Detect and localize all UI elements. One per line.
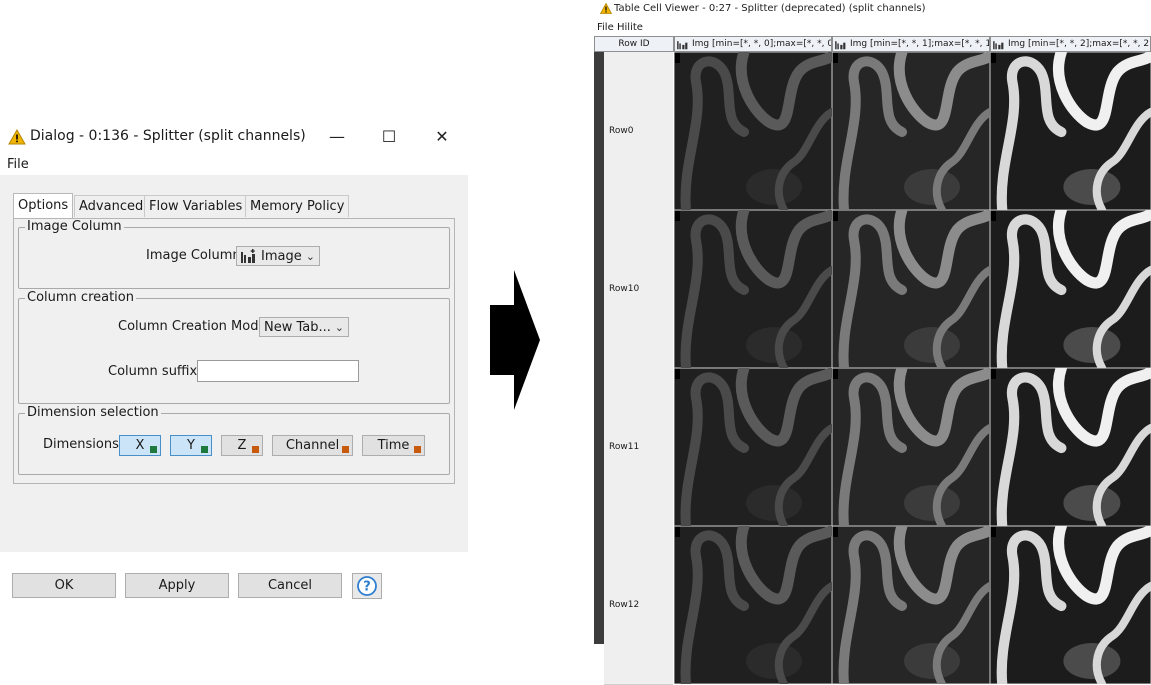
image-thumbnail[interactable] bbox=[832, 52, 990, 210]
column-header-label: Img [min=[*, *, 1];max=[*, *, 1]] bbox=[850, 39, 990, 49]
row-id-label: Row11 bbox=[609, 442, 640, 452]
dimension-z-color-icon bbox=[252, 446, 259, 453]
apply-button[interactable]: Apply bbox=[125, 573, 229, 598]
help-icon: ? bbox=[357, 576, 377, 596]
dimension-selection-group: Dimension selection Dimensions X Y Z Cha… bbox=[18, 405, 450, 475]
group-title-column-creation: Column creation bbox=[25, 290, 136, 305]
image-thumbnail[interactable] bbox=[832, 526, 990, 684]
dimension-x-label: X bbox=[135, 438, 145, 453]
image-column-group: Image Column Image Column Image ⌄ bbox=[18, 219, 450, 289]
image-thumbnail[interactable] bbox=[832, 210, 990, 368]
image-column-label: Image Column bbox=[146, 248, 241, 263]
dialog-title-bar: Dialog - 0:136 - Splitter (split channel… bbox=[0, 118, 470, 156]
dimension-time-button[interactable]: Time bbox=[362, 435, 425, 456]
image-column-select[interactable]: Image ⌄ bbox=[236, 246, 320, 266]
chevron-down-icon: ⌄ bbox=[305, 250, 315, 263]
image-column-type-icon bbox=[241, 249, 255, 263]
row-id-cell[interactable]: Row0 bbox=[604, 52, 673, 211]
help-button[interactable]: ? bbox=[352, 573, 382, 599]
row-id-label: Row12 bbox=[609, 600, 640, 610]
dimension-channel-color-icon bbox=[342, 446, 349, 453]
group-title-image-column: Image Column bbox=[25, 219, 124, 234]
column-header-label: Img [min=[*, *, 2];max=[*, *, 2]] bbox=[1008, 39, 1151, 49]
row-id-header[interactable]: Row ID bbox=[594, 36, 674, 52]
column-creation-mode-label: Column Creation Mode bbox=[118, 319, 267, 334]
image-column-type-icon bbox=[677, 41, 688, 50]
viewer-menu-file[interactable]: File bbox=[597, 22, 614, 33]
column-creation-mode-value: New Tab... bbox=[264, 320, 331, 335]
tab-flow-variables[interactable]: Flow Variables bbox=[144, 195, 248, 217]
image-column-type-icon bbox=[835, 41, 846, 50]
dimension-time-label: Time bbox=[377, 438, 410, 453]
splitter-dialog: Dialog - 0:136 - Splitter (split channel… bbox=[0, 118, 470, 599]
tab-memory-policy[interactable]: Memory Policy bbox=[245, 195, 350, 217]
dimensions-label: Dimensions bbox=[43, 437, 119, 452]
column-creation-group: Column creation Column Creation Mode New… bbox=[18, 290, 450, 404]
image-column-type-icon bbox=[993, 41, 1004, 50]
row-id-label: Row10 bbox=[609, 284, 640, 294]
dimension-z-label: Z bbox=[237, 438, 247, 453]
minimize-button[interactable]: — bbox=[322, 124, 352, 150]
ok-button[interactable]: OK bbox=[12, 573, 116, 598]
image-thumbnail[interactable] bbox=[674, 52, 832, 210]
group-title-dimension-selection: Dimension selection bbox=[25, 405, 161, 420]
table-cell-viewer: Table Cell Viewer - 0:27 - Splitter (dep… bbox=[592, 0, 1151, 685]
dimension-x-button[interactable]: X bbox=[119, 435, 161, 456]
dimension-channel-label: Channel bbox=[285, 438, 340, 453]
row-id-cell[interactable]: Row12 bbox=[604, 526, 673, 685]
column-header[interactable]: Img [min=[*, *, 0];max=[*, *, 0]] bbox=[674, 36, 832, 52]
dimension-time-color-icon bbox=[414, 446, 421, 453]
dimension-y-button[interactable]: Y bbox=[170, 435, 212, 456]
column-suffix-input[interactable] bbox=[197, 360, 359, 382]
dimension-y-label: Y bbox=[187, 438, 195, 453]
column-creation-mode-select[interactable]: New Tab... ⌄ bbox=[259, 317, 349, 337]
row-id-label: Row0 bbox=[609, 126, 634, 136]
image-thumbnail[interactable] bbox=[990, 210, 1151, 368]
cancel-button[interactable]: Cancel bbox=[238, 573, 342, 598]
menu-file[interactable]: File bbox=[7, 157, 29, 172]
maximize-button[interactable]: ☐ bbox=[374, 124, 404, 150]
image-thumbnail[interactable] bbox=[674, 368, 832, 526]
image-thumbnail[interactable] bbox=[990, 52, 1151, 210]
row-id-cell[interactable]: Row11 bbox=[604, 368, 673, 527]
image-thumbnail[interactable] bbox=[990, 526, 1151, 684]
viewer-title: Table Cell Viewer - 0:27 - Splitter (dep… bbox=[614, 3, 926, 14]
row-selection-stripe bbox=[594, 52, 604, 644]
column-header-label: Img [min=[*, *, 0];max=[*, *, 0]] bbox=[692, 39, 832, 49]
image-thumbnail[interactable] bbox=[674, 210, 832, 368]
column-suffix-label: Column suffix bbox=[108, 364, 198, 379]
warning-icon bbox=[8, 129, 26, 145]
chevron-down-icon: ⌄ bbox=[334, 321, 344, 334]
image-column-value: Image bbox=[261, 249, 302, 264]
viewer-table: Row ID Img [min=[*, *, 0];max=[*, *, 0]]… bbox=[594, 36, 1151, 685]
close-button[interactable]: ✕ bbox=[427, 124, 457, 150]
viewer-menu-hilite[interactable]: Hilite bbox=[617, 22, 643, 33]
tab-options[interactable]: Options bbox=[13, 193, 74, 218]
row-id-cell[interactable]: Row10 bbox=[604, 210, 673, 369]
dimension-x-color-icon bbox=[150, 446, 157, 453]
options-tab-body: Image Column Image Column Image ⌄ Column… bbox=[13, 218, 455, 484]
column-header[interactable]: Img [min=[*, *, 1];max=[*, *, 1]] bbox=[832, 36, 990, 52]
image-thumbnail[interactable] bbox=[990, 368, 1151, 526]
arrow-right-icon bbox=[490, 270, 540, 410]
dimension-y-color-icon bbox=[201, 446, 208, 453]
tab-advanced[interactable]: Advanced bbox=[74, 195, 149, 217]
dimension-z-button[interactable]: Z bbox=[221, 435, 263, 456]
dialog-title: Dialog - 0:136 - Splitter (split channel… bbox=[30, 128, 306, 144]
image-thumbnail[interactable] bbox=[674, 526, 832, 684]
dimension-channel-button[interactable]: Channel bbox=[272, 435, 353, 456]
dialog-panel: Options Advanced Flow Variables Memory P… bbox=[0, 175, 468, 599]
warning-icon bbox=[600, 3, 612, 14]
image-thumbnail[interactable] bbox=[832, 368, 990, 526]
column-header[interactable]: Img [min=[*, *, 2];max=[*, *, 2]] bbox=[990, 36, 1151, 52]
svg-text:?: ? bbox=[363, 580, 371, 595]
